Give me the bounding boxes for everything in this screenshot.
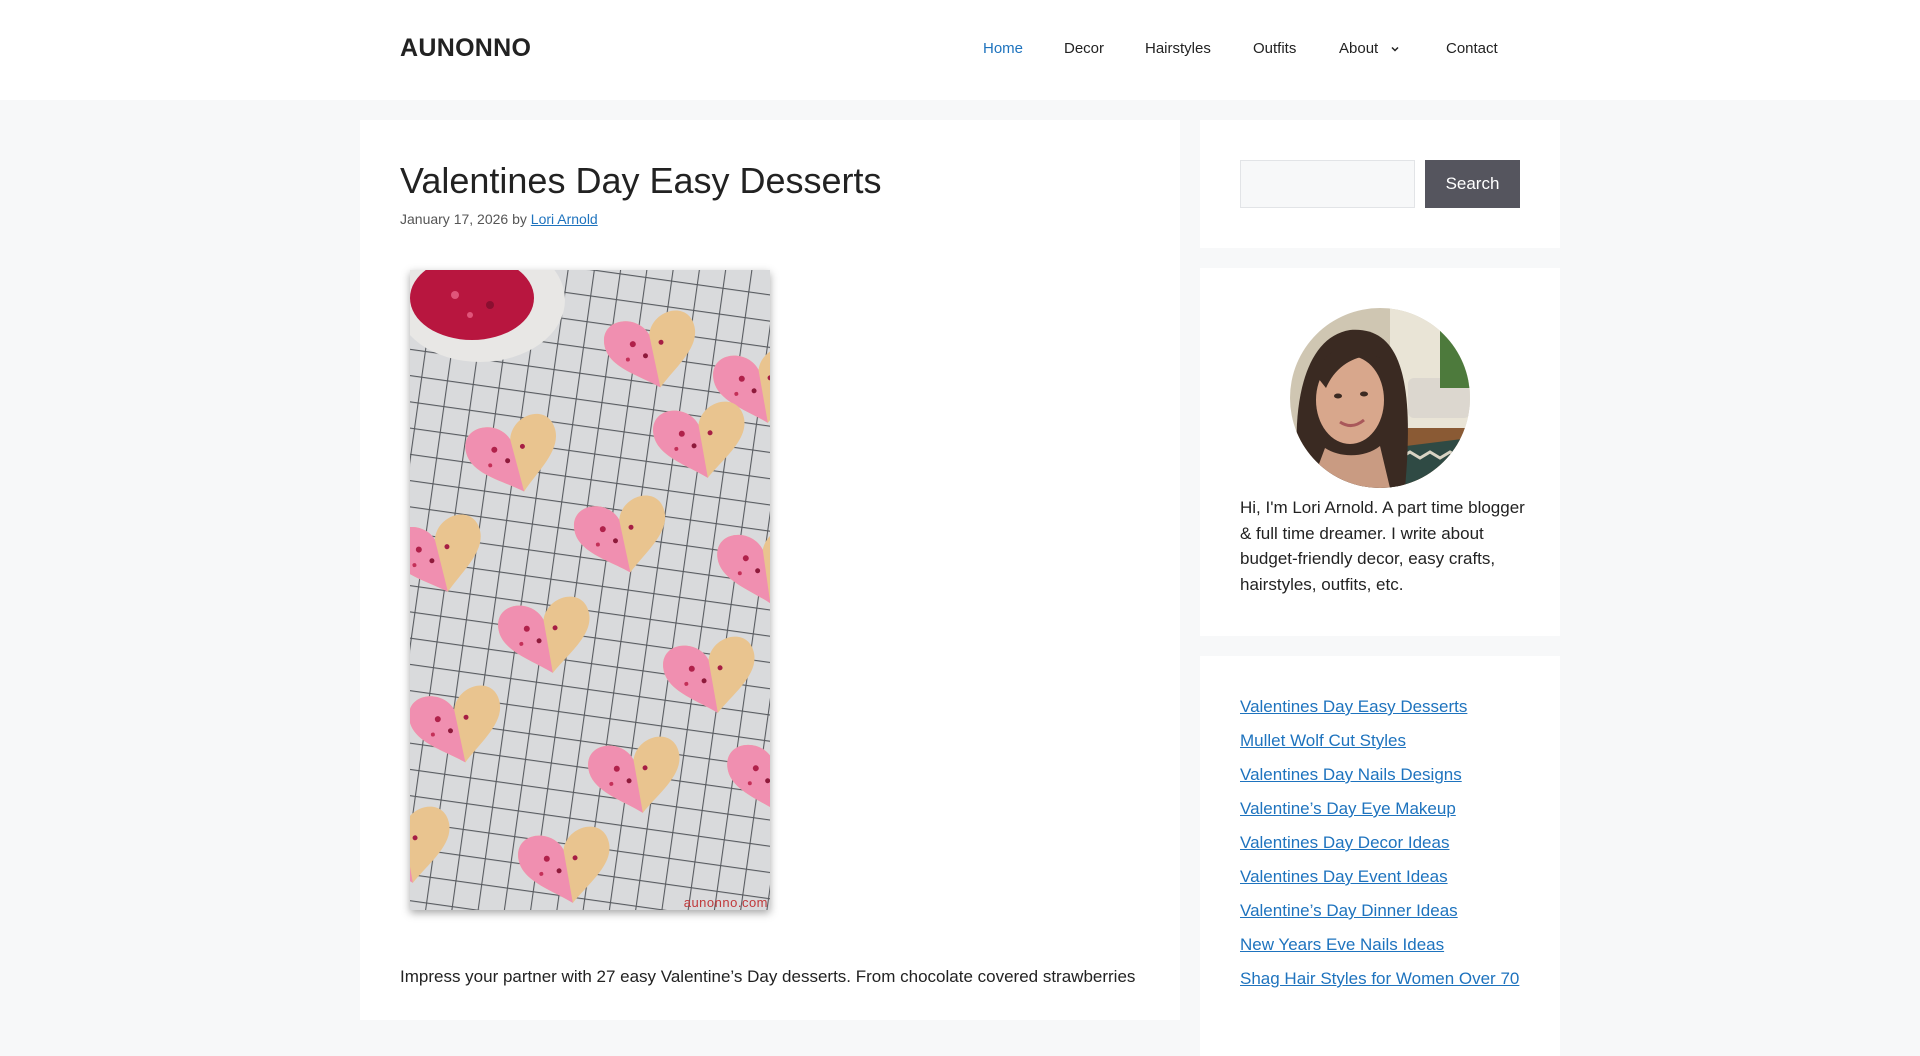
search-input[interactable] (1240, 160, 1415, 208)
recent-post-link[interactable]: Valentines Day Event Ideas (1240, 867, 1448, 886)
about-text: Hi, I'm Lori Arnold. A part time blogger… (1240, 498, 1525, 594)
post-date: January 17, 2026 (400, 211, 509, 227)
nav-item-about-label: About (1339, 40, 1379, 57)
list-item: Valentines Day Nails Designs (1240, 764, 1519, 798)
author-photo (1290, 308, 1470, 488)
list-item: Valentine’s Day Eye Makeup (1240, 798, 1519, 832)
featured-image[interactable]: aunonno.com (410, 270, 770, 910)
nav-item-contact[interactable]: Contact (1446, 40, 1498, 57)
nav-item-about[interactable]: About (1339, 40, 1400, 57)
search-widget: Search (1200, 120, 1560, 248)
list-item: Valentines Day Event Ideas (1240, 866, 1519, 900)
recent-posts-list: Valentines Day Easy Desserts Mullet Wolf… (1240, 696, 1519, 1002)
chevron-down-icon (1391, 47, 1399, 52)
recent-post-link[interactable]: New Years Eve Nails Ideas (1240, 935, 1444, 954)
search-button[interactable]: Search (1425, 160, 1520, 208)
post-author-link[interactable]: Lori Arnold (531, 211, 598, 227)
nav-item-decor[interactable]: Decor (1064, 40, 1104, 57)
list-item: Mullet Wolf Cut Styles (1240, 730, 1519, 764)
recent-post-link[interactable]: Mullet Wolf Cut Styles (1240, 731, 1406, 750)
recent-post-link[interactable]: Valentine’s Day Dinner Ideas (1240, 901, 1458, 920)
recent-post-link[interactable]: Valentine’s Day Eye Makeup (1240, 799, 1456, 818)
list-item: Valentine’s Day Dinner Ideas (1240, 900, 1519, 934)
avatar (1290, 308, 1470, 488)
about-widget: Hi, I'm Lori Arnold. A part time blogger… (1200, 268, 1560, 636)
article-card: Valentines Day Easy Desserts January 17,… (360, 120, 1180, 1020)
nav-item-outfits[interactable]: Outfits (1253, 40, 1296, 57)
post-title: Valentines Day Easy Desserts (400, 160, 882, 201)
nav-item-home[interactable]: Home (983, 40, 1023, 57)
main-nav: Home Decor Hairstyles Outfits About Cont… (0, 0, 1920, 100)
list-item: Valentines Day Easy Desserts (1240, 696, 1519, 730)
nav-item-hairstyles[interactable]: Hairstyles (1145, 40, 1211, 57)
recent-post-link[interactable]: Shag Hair Styles for Women Over 70 (1240, 969, 1519, 988)
recent-post-link[interactable]: Valentines Day Nails Designs (1240, 765, 1462, 784)
post-excerpt: Impress your partner with 27 easy Valent… (400, 967, 1136, 986)
recent-posts-widget: Valentines Day Easy Desserts Mullet Wolf… (1200, 656, 1560, 1056)
list-item: Valentines Day Decor Ideas (1240, 832, 1519, 866)
site-header: AUNONNO Home Decor Hairstyles Outfits Ab… (0, 0, 1920, 100)
recent-post-link[interactable]: Valentines Day Decor Ideas (1240, 833, 1449, 852)
list-item: Shag Hair Styles for Women Over 70 (1240, 968, 1519, 1002)
post-meta: January 17, 2026 by Lori Arnold (400, 211, 598, 227)
post-by-label: by (512, 211, 527, 227)
desserts-photo (410, 270, 770, 910)
list-item: New Years Eve Nails Ideas (1240, 934, 1519, 968)
recent-post-link[interactable]: Valentines Day Easy Desserts (1240, 697, 1467, 716)
image-watermark: aunonno.com (683, 895, 768, 910)
